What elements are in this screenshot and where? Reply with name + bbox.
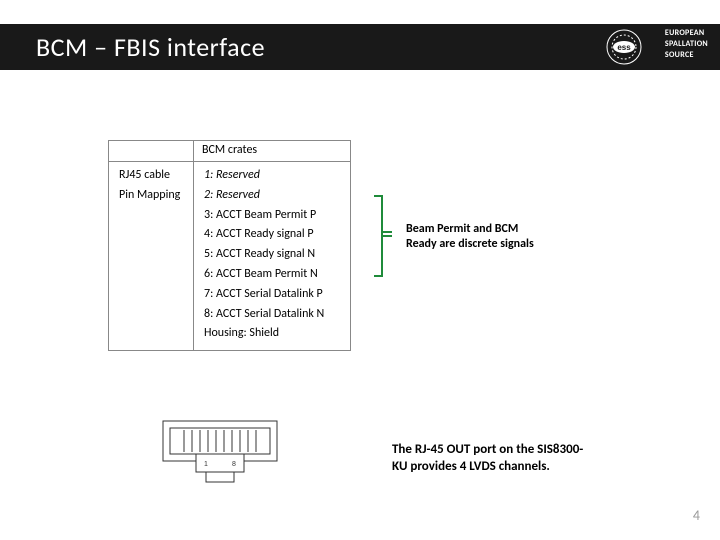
slide-title: BCM – FBIS interface [36, 31, 265, 63]
logo-line: SPALLATION [665, 39, 708, 50]
table-col-left: RJ45 cable Pin Mapping [109, 141, 193, 350]
table-row: 5: ACCT Ready signal N [204, 245, 340, 265]
table-row: 2: Reserved [204, 186, 340, 206]
page-number: 4 [693, 507, 700, 524]
table-row: 7: ACCT Serial Datalink P [204, 285, 340, 305]
table-row: 1: Reserved [204, 166, 340, 186]
slide: BCM – FBIS interface ess EUROPEAN SPALLA… [0, 0, 720, 540]
bracket-annotation: Beam Permit and BCMReady are discrete si… [406, 222, 534, 252]
rj45-annotation-text: The RJ-45 OUT port on the SIS8300-KU pro… [392, 442, 583, 474]
pin-mapping-table: RJ45 cable Pin Mapping BCM crates 1: Res… [108, 140, 351, 351]
table-row: 6: ACCT Beam Permit N [204, 265, 340, 285]
table-col-right: BCM crates 1: Reserved2: Reserved3: ACCT… [193, 141, 350, 350]
svg-text:ess: ess [617, 43, 631, 52]
table-body-right: 1: Reserved2: Reserved3: ACCT Beam Permi… [194, 162, 350, 350]
bracket-icon [372, 194, 394, 278]
ess-logo-icon: ess [604, 27, 644, 67]
table-header-left [109, 141, 193, 162]
logo-line: EUROPEAN [665, 28, 708, 39]
table-row: RJ45 cable [119, 166, 183, 186]
table-row: 8: ACCT Serial Datalink N [204, 305, 340, 325]
rj45-connector-icon: 1 8 [160, 418, 280, 488]
rj45-annotation: The RJ-45 OUT port on the SIS8300-KU pro… [392, 442, 583, 476]
table-row: 4: ACCT Ready signal P [204, 225, 340, 245]
logo-line: SOURCE [665, 50, 708, 61]
table-row: Pin Mapping [119, 186, 183, 206]
svg-text:8: 8 [232, 461, 236, 468]
table-body-left: RJ45 cable Pin Mapping [109, 162, 193, 212]
table-row: Housing: Shield [204, 324, 340, 344]
table-row: 3: ACCT Beam Permit P [204, 206, 340, 226]
bracket-annotation-text: Beam Permit and BCMReady are discrete si… [406, 222, 534, 251]
table-header-right: BCM crates [194, 141, 350, 162]
ess-logo-text: EUROPEAN SPALLATION SOURCE [665, 28, 708, 61]
svg-text:1: 1 [204, 461, 208, 468]
